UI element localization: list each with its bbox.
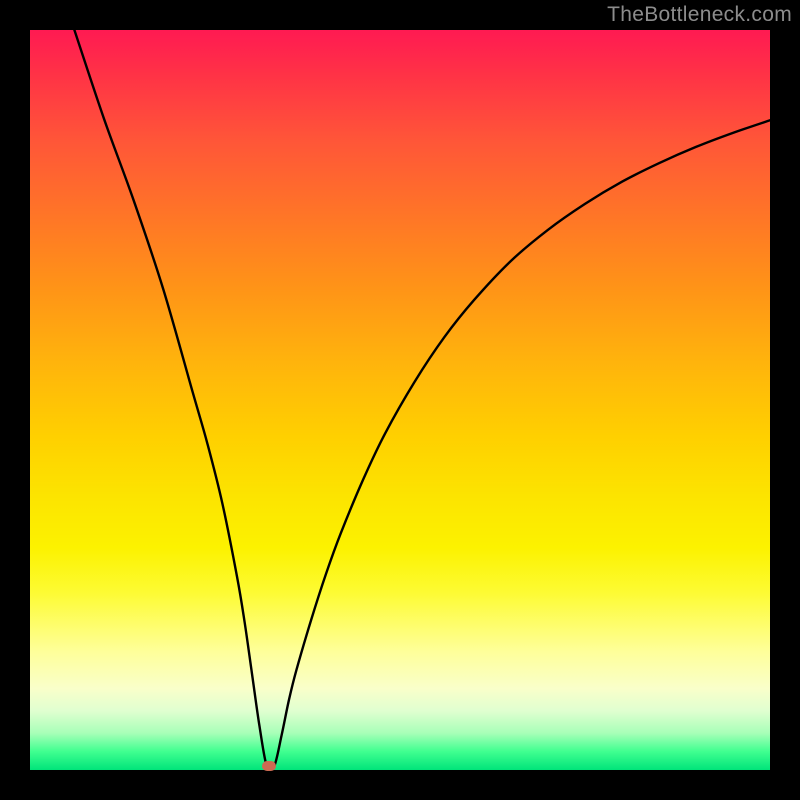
plot-area [30,30,770,770]
curve-svg [30,30,770,770]
watermark-text: TheBottleneck.com [607,3,792,27]
chart-frame: TheBottleneck.com [0,0,800,800]
optimum-marker [262,761,276,771]
bottleneck-curve [74,30,770,771]
